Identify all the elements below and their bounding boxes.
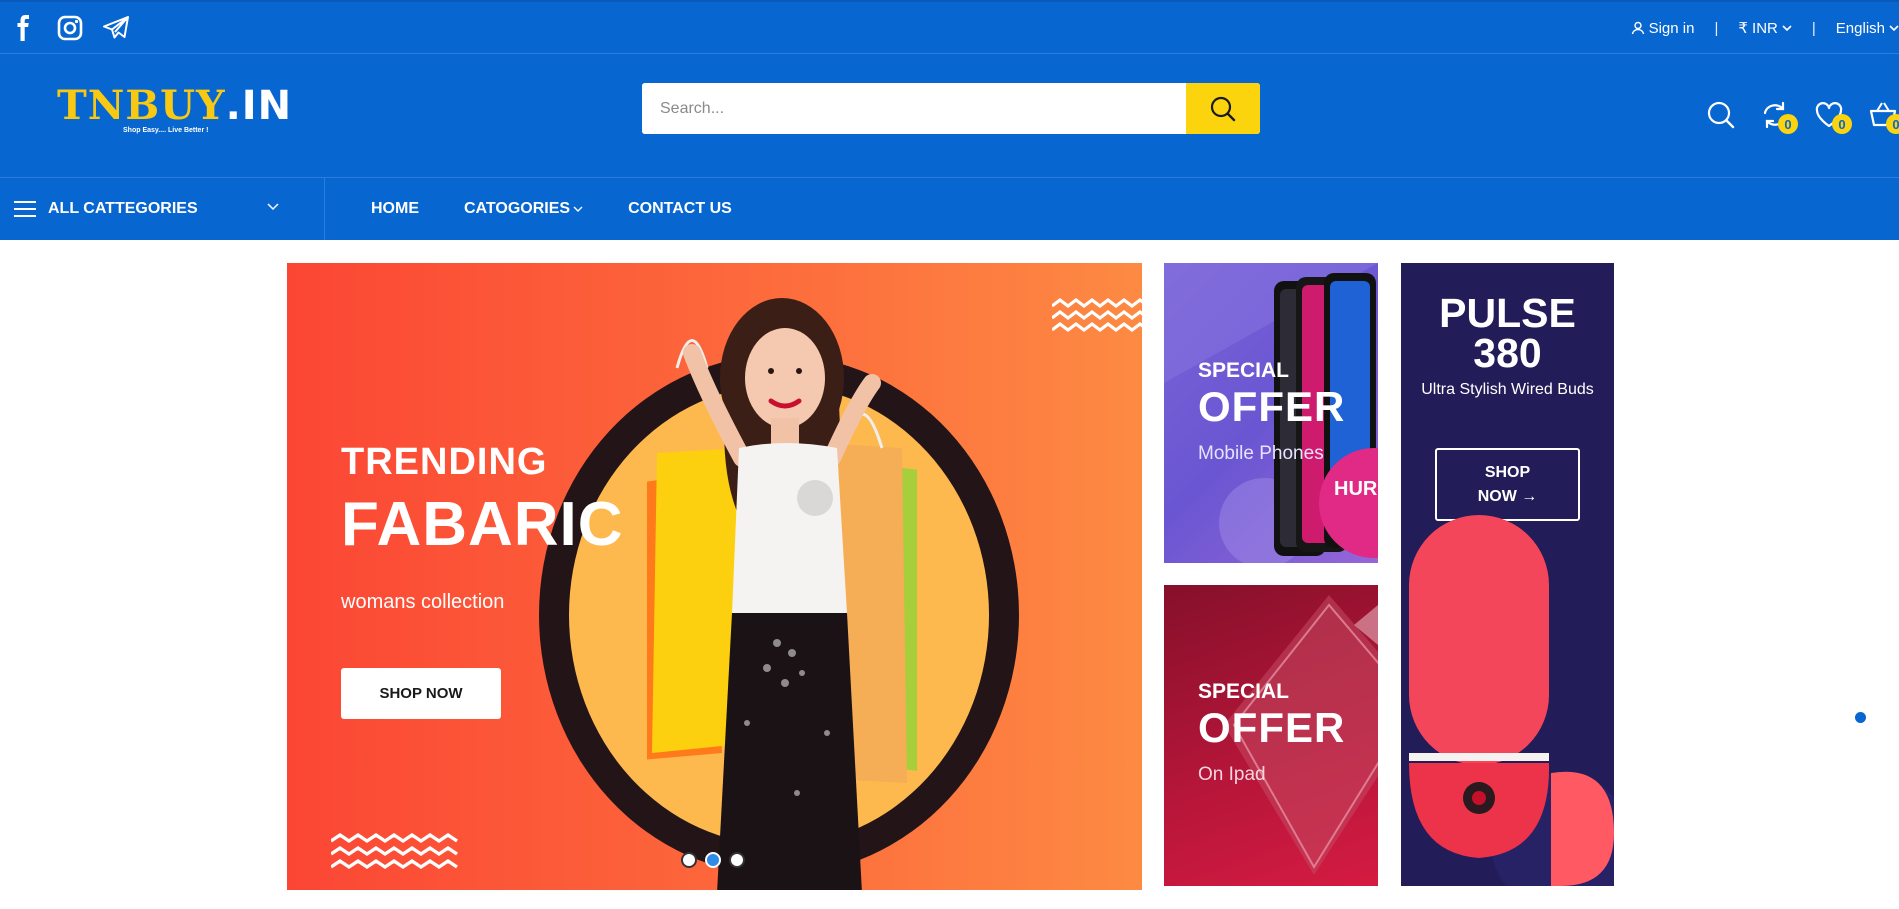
- slider-dot[interactable]: [729, 852, 745, 868]
- main-navigation: ALL CATTEGORIES HOME CATOGORIES CONTACT …: [0, 178, 1899, 240]
- ipad-offer-title: OFFER: [1198, 704, 1346, 751]
- slider-pagination: [681, 852, 745, 868]
- top-utility-links: Sign in | ₹ INR | English: [1631, 19, 1899, 37]
- nav-item-contact[interactable]: CONTACT US: [628, 200, 732, 218]
- separator: |: [1714, 19, 1719, 37]
- instagram-icon[interactable]: [56, 14, 84, 42]
- earbuds-image: [1409, 515, 1614, 886]
- mobile-offer-label: SPECIAL: [1198, 359, 1290, 382]
- hamburger-icon: [14, 201, 36, 217]
- search-icon: [1707, 101, 1735, 129]
- telegram-icon[interactable]: [102, 14, 130, 42]
- top-bar: Sign in | ₹ INR | English: [0, 0, 1899, 54]
- wishlist-button[interactable]: 0: [1814, 100, 1852, 134]
- all-categories-label: ALL CATTEGORIES: [48, 200, 198, 217]
- main-header: TNBUY.IN Shop Easy.... Live Better ! 0 0…: [0, 54, 1899, 178]
- chevron-down-icon: [1889, 25, 1899, 32]
- nav-item-label: CONTACT US: [628, 200, 732, 217]
- compare-button[interactable]: 0: [1760, 100, 1798, 134]
- all-categories-dropdown[interactable]: ALL CATTEGORIES: [0, 178, 325, 240]
- hero-slider[interactable]: TRENDING FABARIC womans collection SHOP …: [287, 263, 1142, 890]
- pulse-title: PULSE 380: [1439, 290, 1576, 376]
- signin-link[interactable]: Sign in: [1631, 19, 1695, 37]
- hero-heading-large: FABARIC: [341, 490, 624, 559]
- pulse-subtitle: Ultra Stylish Wired Buds: [1421, 381, 1594, 398]
- header-search-button[interactable]: [1706, 100, 1738, 132]
- currency-selector[interactable]: ₹ INR: [1738, 19, 1792, 37]
- mobile-offer-subtitle: Mobile Phones: [1198, 443, 1324, 464]
- hero-subheading: womans collection: [341, 591, 505, 613]
- mobile-offer-banner[interactable]: SPECIAL OFFER Mobile Phones HURRY UP: [1164, 263, 1378, 563]
- ipad-offer-banner[interactable]: SPECIAL OFFER On Ipad: [1164, 585, 1378, 886]
- chevron-down-icon: [1782, 25, 1792, 32]
- cart-button[interactable]: 0: [1868, 100, 1899, 134]
- ipad-offer-subtitle: On Ipad: [1198, 764, 1266, 785]
- model-with-shopping-bags-image: [647, 298, 917, 890]
- chevron-down-icon: [267, 203, 279, 211]
- zigzag-decoration: [331, 833, 458, 870]
- hero-heading-small: TRENDING: [341, 441, 548, 483]
- nav-menu: HOME CATOGORIES CONTACT US: [371, 178, 732, 240]
- search-icon: [1210, 96, 1236, 121]
- nav-item-home[interactable]: HOME: [371, 200, 419, 218]
- language-selector[interactable]: English: [1836, 20, 1899, 37]
- ipad-offer-label: SPECIAL: [1198, 680, 1290, 703]
- hurry-up-sticker: HURRY UP: [1334, 478, 1378, 500]
- zigzag-decoration: [1052, 298, 1142, 332]
- scroll-indicator[interactable]: [1855, 712, 1866, 723]
- currency-label: ₹ INR: [1738, 20, 1778, 37]
- compare-count-badge: 0: [1778, 114, 1798, 134]
- pulse-shop-now-button[interactable]: SHOP NOW →: [1435, 448, 1580, 521]
- logo-domain: .IN: [225, 83, 293, 129]
- nav-item-categories[interactable]: CATOGORIES: [464, 200, 583, 218]
- search-button[interactable]: [1186, 83, 1260, 134]
- wishlist-count-badge: 0: [1832, 114, 1852, 134]
- signin-label: Sign in: [1648, 19, 1695, 37]
- separator: |: [1811, 19, 1816, 37]
- nav-item-label: HOME: [371, 200, 419, 217]
- cart-count-badge: 0: [1886, 114, 1899, 134]
- slider-dot[interactable]: [681, 852, 697, 868]
- facebook-icon[interactable]: [10, 14, 38, 42]
- pulse-earbuds-banner[interactable]: PULSE 380 Ultra Stylish Wired Buds SHOP …: [1401, 263, 1614, 886]
- mobile-offer-title: OFFER: [1198, 383, 1346, 430]
- social-links: [10, 14, 130, 42]
- search-input[interactable]: [642, 83, 1186, 134]
- language-label: English: [1835, 19, 1885, 37]
- chevron-down-icon: [573, 206, 583, 212]
- search-bar: [642, 83, 1260, 134]
- site-logo[interactable]: TNBUY.IN Shop Easy.... Live Better !: [57, 83, 293, 135]
- logo-text: TNBUY: [57, 82, 226, 129]
- nav-item-label: CATOGORIES: [464, 200, 571, 217]
- hero-shop-now-button[interactable]: SHOP NOW: [341, 668, 501, 719]
- slider-dot-active[interactable]: [705, 852, 721, 868]
- header-actions: 0 0 0: [1706, 100, 1899, 140]
- user-icon: [1631, 21, 1644, 35]
